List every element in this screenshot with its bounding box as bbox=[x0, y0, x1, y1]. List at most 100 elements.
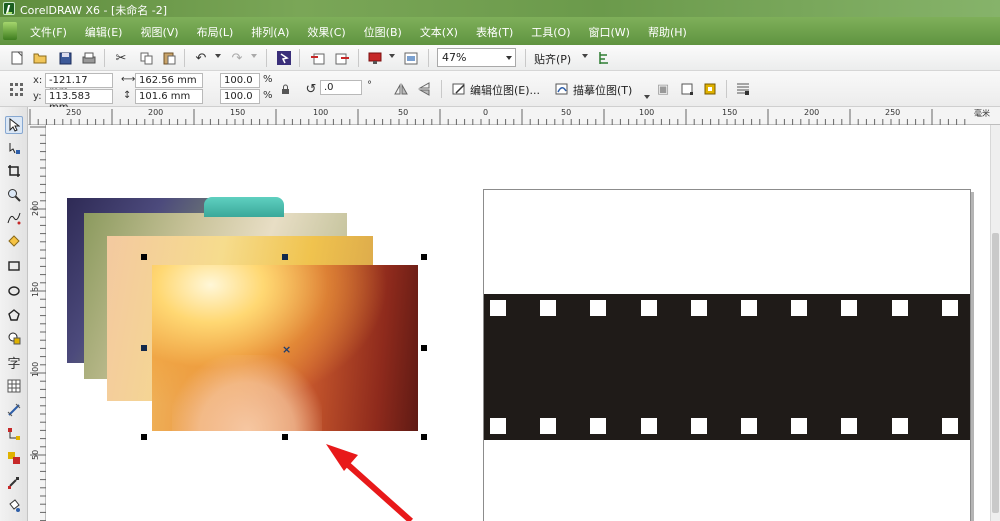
search-content-icon[interactable] bbox=[275, 49, 293, 67]
edit-bitmap-button[interactable]: 编辑位图(E)... bbox=[470, 82, 540, 98]
standard-toolbar: ✂ ↶ ↷ 47% 贴齐(P) bbox=[0, 45, 1000, 71]
zoom-tool-icon[interactable] bbox=[5, 186, 23, 204]
mirror-horizontal-icon[interactable] bbox=[392, 80, 410, 98]
menu-arrange[interactable]: 排列(A) bbox=[251, 24, 289, 40]
mirror-vertical-icon[interactable] bbox=[416, 80, 434, 98]
object-origin-icon[interactable] bbox=[7, 80, 25, 98]
print-icon[interactable] bbox=[80, 49, 98, 67]
width-field[interactable]: 162.56 mm bbox=[135, 73, 203, 88]
smart-fill-tool-icon[interactable] bbox=[5, 232, 23, 250]
coreldraw-logo-icon bbox=[3, 2, 15, 15]
redo-dropdown-icon[interactable] bbox=[251, 54, 257, 58]
lock-ratio-icon[interactable] bbox=[278, 80, 292, 98]
crop-tool-icon[interactable] bbox=[5, 162, 23, 180]
save-icon[interactable] bbox=[56, 49, 74, 67]
height-value: 101.6 mm bbox=[139, 91, 191, 102]
chevron-down-icon bbox=[506, 56, 512, 60]
undo-icon[interactable]: ↶ bbox=[192, 49, 210, 67]
menu-items: 文件(F) 编辑(E) 视图(V) 布局(L) 排列(A) 效果(C) 位图(B… bbox=[30, 24, 705, 40]
edit-bitmap-icon[interactable] bbox=[450, 80, 468, 98]
horizontal-ruler-ticks bbox=[29, 109, 966, 125]
redo-icon[interactable]: ↷ bbox=[228, 49, 246, 67]
y-position-field[interactable]: 113.583 mm bbox=[45, 89, 113, 113]
app-launcher-icon[interactable] bbox=[366, 49, 384, 67]
scale-y-value: 100.0 bbox=[224, 91, 253, 102]
options-icon[interactable] bbox=[402, 49, 420, 67]
snap-to-menu[interactable]: 贴齐(P) bbox=[534, 51, 571, 67]
rotate-icon[interactable]: ↺ bbox=[302, 80, 320, 98]
menu-table[interactable]: 表格(T) bbox=[476, 24, 513, 40]
import-icon[interactable] bbox=[308, 49, 326, 67]
percent-label-x: % bbox=[263, 74, 273, 85]
property-bar: x: -121.17 mm y: 113.583 mm ⟷ 162.56 mm … bbox=[0, 71, 1000, 113]
menu-layout[interactable]: 布局(L) bbox=[197, 24, 234, 40]
width-icon: ⟷ bbox=[121, 74, 136, 85]
snap-options-icon[interactable] bbox=[594, 49, 612, 67]
vertical-scrollbar[interactable] bbox=[990, 125, 1000, 521]
dimension-tool-icon[interactable] bbox=[5, 401, 23, 419]
title-bar: CorelDRAW X6 - [未命名 -2] bbox=[0, 0, 1000, 17]
snap-dropdown-icon[interactable] bbox=[582, 54, 588, 58]
rectangle-tool-icon[interactable] bbox=[5, 257, 23, 275]
zoom-level-select[interactable]: 47% bbox=[437, 48, 516, 67]
app-menu-icon[interactable] bbox=[3, 22, 17, 40]
wrap-text-icon[interactable] bbox=[734, 80, 752, 98]
red-arrow-annotation bbox=[326, 444, 413, 521]
menu-effects[interactable]: 效果(C) bbox=[307, 24, 345, 40]
y-label: y: bbox=[33, 91, 42, 102]
horizontal-ruler[interactable]: 250 200 150 100 50 0 50 100 150 200 250 … bbox=[28, 107, 1000, 125]
trace-bitmap-icon[interactable] bbox=[553, 80, 571, 98]
scale-x-field[interactable]: 100.0 bbox=[220, 73, 260, 88]
resample-icon[interactable] bbox=[678, 80, 696, 98]
undo-dropdown-icon[interactable] bbox=[215, 54, 221, 58]
scale-y-field[interactable]: 100.0 bbox=[220, 89, 260, 104]
toolbox: 字 bbox=[0, 107, 28, 521]
eyedropper-tool-icon[interactable] bbox=[5, 473, 23, 491]
ellipse-tool-icon[interactable] bbox=[5, 282, 23, 300]
height-field[interactable]: 101.6 mm bbox=[135, 89, 203, 104]
paste-icon[interactable] bbox=[160, 49, 178, 67]
scale-x-value: 100.0 bbox=[224, 75, 253, 86]
blend-tool-icon[interactable] bbox=[5, 449, 23, 467]
menu-window[interactable]: 窗口(W) bbox=[589, 24, 630, 40]
freehand-tool-icon[interactable] bbox=[5, 209, 23, 227]
table-tool-icon[interactable] bbox=[5, 377, 23, 395]
bitmap-color-mask-icon[interactable] bbox=[701, 80, 719, 98]
width-value: 162.56 mm bbox=[139, 75, 197, 86]
menu-tools[interactable]: 工具(O) bbox=[531, 24, 570, 40]
rotation-field[interactable]: .0 bbox=[320, 80, 362, 95]
trace-dropdown-icon[interactable] bbox=[644, 95, 650, 99]
connector-tool-icon[interactable] bbox=[5, 425, 23, 443]
x-position-field[interactable]: -121.17 mm bbox=[45, 73, 113, 97]
new-icon[interactable] bbox=[8, 49, 26, 67]
scrollbar-thumb[interactable] bbox=[992, 233, 999, 513]
drawing-canvas[interactable]: × bbox=[46, 125, 1000, 521]
menu-view[interactable]: 视图(V) bbox=[140, 24, 178, 40]
copy-icon[interactable] bbox=[137, 49, 155, 67]
vertical-ruler[interactable]: 200 150 100 50 bbox=[28, 125, 46, 521]
menu-text[interactable]: 文本(X) bbox=[420, 24, 458, 40]
open-icon[interactable] bbox=[31, 49, 49, 67]
menu-file[interactable]: 文件(F) bbox=[30, 24, 67, 40]
text-tool-icon[interactable]: 字 bbox=[5, 353, 23, 372]
crop-bitmap-icon[interactable]: ▣ bbox=[654, 80, 672, 98]
height-icon: ↕ bbox=[123, 90, 132, 101]
fill-tool-icon[interactable] bbox=[5, 497, 23, 515]
menu-edit[interactable]: 编辑(E) bbox=[85, 24, 123, 40]
launcher-dropdown-icon[interactable] bbox=[389, 54, 395, 58]
menu-bar: 文件(F) 编辑(E) 视图(V) 布局(L) 排列(A) 效果(C) 位图(B… bbox=[0, 17, 1000, 45]
zoom-value: 47% bbox=[442, 51, 467, 64]
cut-icon[interactable]: ✂ bbox=[112, 49, 130, 67]
polygon-tool-icon[interactable] bbox=[5, 306, 23, 324]
rotation-value: .0 bbox=[324, 82, 334, 93]
degree-label: ° bbox=[367, 80, 372, 91]
basic-shapes-tool-icon[interactable] bbox=[5, 329, 23, 347]
export-icon[interactable] bbox=[333, 49, 351, 67]
trace-bitmap-button[interactable]: 描摹位图(T) bbox=[573, 82, 632, 98]
menu-bitmaps[interactable]: 位图(B) bbox=[364, 24, 402, 40]
menu-help[interactable]: 帮助(H) bbox=[648, 24, 687, 40]
x-label: x: bbox=[33, 75, 43, 86]
pick-tool-icon[interactable] bbox=[5, 116, 23, 134]
shape-tool-icon[interactable] bbox=[5, 139, 23, 157]
coreldraw-window: CorelDRAW X6 - [未命名 -2] 文件(F) 编辑(E) 视图(V… bbox=[0, 0, 1000, 521]
